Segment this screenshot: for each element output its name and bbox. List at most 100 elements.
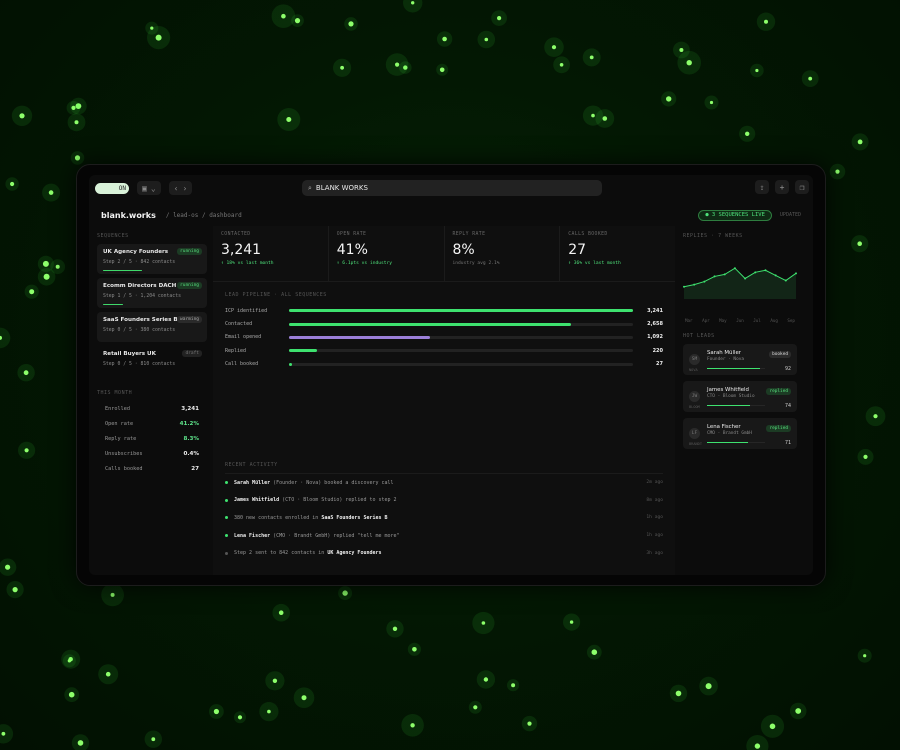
funnel-row: Call booked 27 — [225, 358, 663, 371]
funnel-bar — [289, 362, 293, 366]
data-point — [784, 279, 787, 282]
tick-label: Aug — [770, 318, 778, 323]
star — [42, 260, 49, 267]
recent-activity: RECENT ACTIVITY Sarah Müller (Founder · … — [225, 460, 663, 562]
toggle-label: ON — [118, 184, 126, 192]
funnel-value: 1,092 — [647, 334, 663, 341]
activity-item[interactable]: Lena Fischer (CMO · Brandt GmbH) replied… — [225, 527, 663, 545]
search-icon: ⌕ — [308, 183, 312, 192]
star — [278, 610, 284, 615]
brand-logo[interactable]: blank.works — [101, 211, 156, 220]
lead-score-bar — [707, 367, 765, 369]
left-panel: SEQUENCES UK Agency Founders running Step … — [97, 231, 207, 476]
funnel-bar — [289, 349, 317, 353]
activity-dot — [225, 534, 228, 538]
lead-source: BRANDT — [689, 442, 702, 446]
activity-subject: UK Agency Founders — [327, 550, 382, 557]
star — [43, 273, 50, 280]
funnel-track — [289, 309, 633, 313]
star — [74, 155, 81, 161]
star — [795, 708, 802, 714]
star — [5, 564, 11, 570]
data-point — [744, 277, 747, 280]
activity-item[interactable]: 380 new contacts enrolled in SaaS Founde… — [225, 509, 663, 527]
activity-text: James Whitfield (CTO · Bloom Studio) rep… — [234, 497, 397, 503]
forward-icon[interactable]: › — [182, 184, 187, 193]
theme-toggle[interactable]: ON — [95, 182, 129, 194]
kpi-delta: ↑ 18% vs last month — [221, 261, 274, 266]
star — [863, 654, 867, 658]
sequence-card[interactable]: Ecomm Directors DACH running Step 1 / 5 · … — [97, 278, 207, 308]
star — [481, 621, 486, 625]
kpi-value: 27 — [568, 242, 587, 258]
kpi-delta: ↑ 36% vs last month — [568, 261, 621, 266]
lead-source: NOVA — [689, 368, 698, 372]
star — [666, 96, 672, 102]
star — [213, 708, 219, 715]
activity-item[interactable]: James Whitfield (CTO · Bloom Studio) rep… — [225, 492, 663, 510]
this-month-label: THIS MONTH — [97, 390, 133, 396]
star — [602, 116, 608, 121]
stat-label: Enrolled — [105, 405, 130, 412]
data-point — [693, 283, 696, 286]
star — [835, 169, 840, 174]
lead-score-bar — [707, 404, 765, 406]
back-icon[interactable]: ‹ — [174, 184, 179, 193]
star — [769, 723, 776, 730]
lead-card[interactable]: LF Lena Fischer CMO · Brandt GmbH replied BR… — [683, 418, 797, 449]
funnel-label: ICP identified — [225, 307, 268, 314]
pipeline-label: LEAD PIPELINE · ALL SEQUENCES — [225, 292, 327, 298]
chart-month-axis: Mar Apr May Jun Jul Aug Sep — [683, 318, 797, 323]
tabs-icon[interactable]: ❐ — [795, 180, 809, 194]
star — [410, 723, 415, 728]
status-badge: draft — [182, 350, 202, 357]
star — [527, 721, 532, 726]
kpi-card: OPEN RATE 41% ↑ 6.1pts vs industry — [329, 226, 445, 281]
star — [110, 592, 115, 597]
plus-icon[interactable]: + — [775, 180, 789, 194]
star — [483, 677, 489, 682]
activity-subject: Lena Fischer — [234, 532, 271, 539]
star — [392, 626, 398, 631]
address-bar[interactable]: ⌕ BLANK WORKS ⟳ — [302, 180, 602, 196]
kpi-label: CONTACTED — [221, 232, 251, 237]
activity-item[interactable]: Sarah Müller (Founder · Nova) booked a d… — [225, 474, 663, 492]
tick-label: Apr — [702, 318, 710, 323]
tick-label: Jul — [753, 318, 761, 323]
stat-label: Reply rate — [105, 435, 137, 442]
activity-subject: James Whitfield — [234, 497, 280, 504]
sequence-card[interactable]: UK Agency Founders running Step 2 / 5 · 84… — [97, 244, 207, 274]
activity-subject: Sarah Müller — [234, 479, 271, 486]
stat-row: Open rate 41.2% — [97, 416, 207, 431]
sequence-card[interactable]: Retail Buyers UK draft Step 0 / 5 · 810 co… — [97, 346, 207, 376]
star — [12, 587, 18, 593]
star — [764, 19, 768, 24]
activity-text: Lena Fischer (CMO · Brandt GmbH) replied… — [234, 533, 400, 539]
sequence-meta: Step 0 / 5 · 380 contacts — [103, 328, 176, 333]
star — [23, 370, 29, 376]
share-icon[interactable]: ⇪ — [755, 180, 769, 194]
stat-row: Calls booked 27 — [97, 461, 207, 476]
activity-dot — [225, 551, 228, 555]
lead-card[interactable]: JW James Whitfield CTO · Bloom Studio repli… — [683, 381, 797, 412]
stat-label: Unsubscribes — [105, 450, 143, 457]
kpi-label: OPEN RATE — [336, 232, 367, 237]
star — [342, 590, 348, 596]
star — [857, 139, 863, 145]
tick-label: Mar — [685, 318, 693, 323]
sequence-card[interactable]: SaaS Founders Series Bwarming Step 0 / 5 … — [97, 312, 207, 342]
funnel-value: 27 — [656, 361, 663, 368]
sidebar-button[interactable]: ▣ ⌄ — [137, 181, 161, 195]
status-badge: running — [177, 248, 202, 255]
funnel-bar — [289, 322, 572, 326]
sequence-meta: Step 1 / 5 · 1,204 contacts — [103, 294, 181, 299]
chevron-down-icon: ⌄ — [150, 183, 156, 193]
star — [442, 36, 447, 42]
activity-item[interactable]: Step 2 sent to 842 contacts in UK Agency… — [225, 544, 663, 562]
nav-buttons: ‹ › — [168, 181, 193, 195]
lead-card[interactable]: SM Sarah Müller Founder · Nova booked NOVA 92 — [683, 344, 797, 375]
sequence-meta: Step 2 / 5 · 842 contacts — [103, 260, 176, 265]
star — [19, 113, 25, 119]
star — [286, 117, 292, 122]
star — [473, 705, 478, 710]
